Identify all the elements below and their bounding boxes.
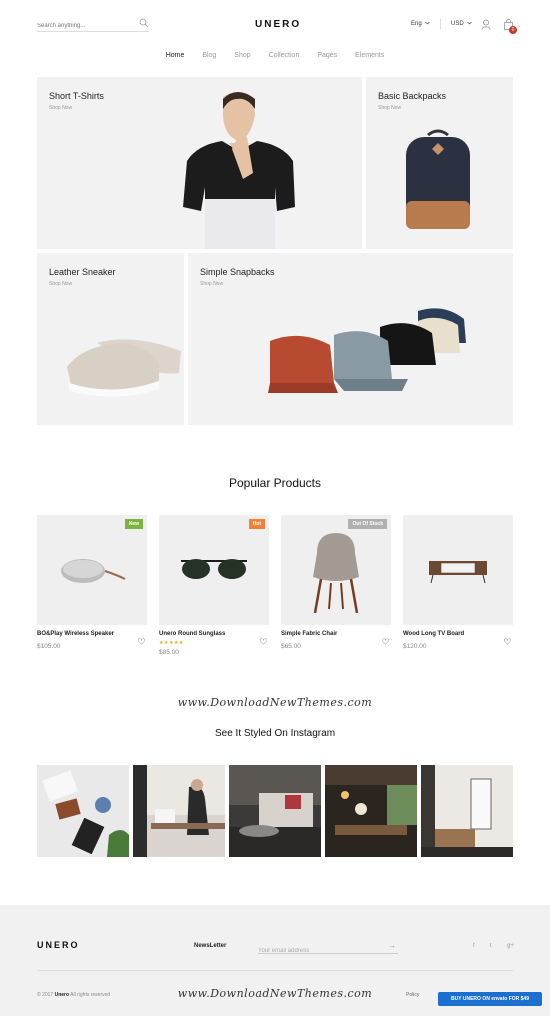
currency-select[interactable]: USD xyxy=(451,21,472,27)
speaker-image xyxy=(61,559,126,583)
chair-image xyxy=(313,533,359,613)
currency-label: USD xyxy=(451,21,464,27)
product-price: $65.00 xyxy=(281,643,301,650)
sunglasses-image xyxy=(181,559,247,579)
living-room-photo xyxy=(229,765,321,857)
hot-badge: Hot xyxy=(248,519,265,529)
buy-button[interactable]: BUY UNERO ON envato FOR $49 xyxy=(438,992,542,1006)
product-price: $85.00 xyxy=(159,649,179,656)
product-image[interactable]: New xyxy=(37,515,147,625)
newsletter-label: NewsLetter xyxy=(194,943,227,949)
instagram-photo[interactable] xyxy=(37,765,129,857)
divider xyxy=(440,19,441,29)
arrow-right-icon[interactable]: → xyxy=(388,941,396,950)
desk-photo xyxy=(42,770,129,857)
page: UNERO Eng USD 0 Home Blog Shop Collectio… xyxy=(0,0,550,905)
main-nav: Home Blog Shop Collection Pages Elements xyxy=(0,52,550,59)
heart-icon[interactable] xyxy=(259,632,268,650)
product-name[interactable]: Simple Fabric Chair xyxy=(281,631,391,637)
sneaker-image xyxy=(67,339,181,397)
shop-now-link[interactable]: Shop Now xyxy=(49,105,72,111)
nav-home[interactable]: Home xyxy=(166,52,185,59)
heart-icon[interactable] xyxy=(503,632,512,650)
banner-tshirts[interactable]: Short T-Shirts Shop Now xyxy=(37,77,362,249)
product-price: $120.00 xyxy=(403,643,427,650)
product-price: $105.00 xyxy=(37,643,61,650)
user-icon[interactable] xyxy=(481,17,491,35)
facebook-icon[interactable]: f xyxy=(473,943,475,949)
product-name[interactable]: Unero Round Sunglass xyxy=(159,631,269,637)
kitchen-photo xyxy=(421,765,513,857)
shop-now-link[interactable]: Shop Now xyxy=(49,281,72,287)
banner-title: Short T-Shirts xyxy=(49,91,104,101)
model-image xyxy=(183,92,295,249)
product-image[interactable]: Hot xyxy=(159,515,269,625)
backpack-image xyxy=(406,129,470,229)
banner-title: Basic Backpacks xyxy=(378,91,447,101)
logo[interactable]: UNERO xyxy=(255,19,301,30)
new-badge: New xyxy=(124,519,143,529)
header: UNERO Eng USD 0 Home Blog Shop Collectio… xyxy=(0,0,550,75)
cafe-photo xyxy=(133,765,225,857)
search-input[interactable] xyxy=(37,18,132,34)
nav-shop[interactable]: Shop xyxy=(234,52,250,59)
footer: UNERO NewsLetter → f t g+ © 2017 Unero A… xyxy=(0,905,550,1016)
chevron-down-icon xyxy=(466,21,472,27)
twitter-icon[interactable]: t xyxy=(490,943,492,949)
newsletter-form: → xyxy=(258,939,398,958)
shop-now-link[interactable]: Shop Now xyxy=(378,105,401,111)
heart-icon[interactable] xyxy=(381,632,390,650)
product-card[interactable]: Hot Unero Round Sunglass ★★★★★ $85.00 xyxy=(159,515,269,656)
product-card[interactable]: Wood Long TV Board $120.00 xyxy=(403,515,513,650)
nav-collection[interactable]: Collection xyxy=(269,52,300,59)
heart-icon[interactable] xyxy=(137,632,146,650)
product-card[interactable]: Out Of Stock Simple Fabric Chair $65.00 xyxy=(281,515,391,650)
language-label: Eng xyxy=(411,21,422,27)
tv-board-image xyxy=(429,561,487,583)
instagram-photo[interactable] xyxy=(133,765,225,857)
banner-sneakers[interactable]: Leather Sneaker Shop Now xyxy=(37,253,184,425)
footer-logo[interactable]: UNERO xyxy=(37,940,80,950)
instagram-photo[interactable] xyxy=(325,765,417,857)
footer-divider xyxy=(37,970,513,971)
search-box xyxy=(37,14,149,34)
google-plus-icon[interactable]: g+ xyxy=(507,943,514,949)
product-card[interactable]: New BO&Play Wireless Speaker $105.00 xyxy=(37,515,147,650)
product-name[interactable]: BO&Play Wireless Speaker xyxy=(37,631,147,637)
banner-title: Simple Snapbacks xyxy=(200,267,275,277)
product-image[interactable] xyxy=(403,515,513,625)
language-select[interactable]: Eng xyxy=(411,21,430,27)
shop-now-link[interactable]: Shop Now xyxy=(200,281,223,287)
instagram-photo[interactable] xyxy=(421,765,513,857)
snapbacks-image xyxy=(268,308,466,393)
banner-snapbacks[interactable]: Simple Snapbacks Shop Now xyxy=(188,253,513,425)
instagram-title: See It Styled On Instagram xyxy=(214,728,336,739)
cart-count-badge: 0 xyxy=(509,26,517,34)
nav-blog[interactable]: Blog xyxy=(202,52,216,59)
policy-link[interactable]: Policy xyxy=(406,992,419,998)
banner-backpacks[interactable]: Basic Backpacks Shop Now xyxy=(366,77,513,249)
popular-products-title: Popular Products xyxy=(228,476,322,490)
search-icon[interactable] xyxy=(139,15,149,33)
rating-stars: ★★★★★ xyxy=(159,640,184,646)
nav-elements[interactable]: Elements xyxy=(355,52,384,59)
watermark-text: www.DownloadNewThemes.com xyxy=(177,696,373,709)
banner-title: Leather Sneaker xyxy=(49,267,116,277)
restaurant-photo xyxy=(325,765,417,835)
newsletter-email-input[interactable] xyxy=(258,944,378,958)
product-image[interactable]: Out Of Stock xyxy=(281,515,391,625)
nav-pages[interactable]: Pages xyxy=(317,52,337,59)
product-name[interactable]: Wood Long TV Board xyxy=(403,631,513,637)
chevron-down-icon xyxy=(424,21,430,27)
out-of-stock-badge: Out Of Stock xyxy=(348,519,387,529)
instagram-photo[interactable] xyxy=(229,765,321,857)
